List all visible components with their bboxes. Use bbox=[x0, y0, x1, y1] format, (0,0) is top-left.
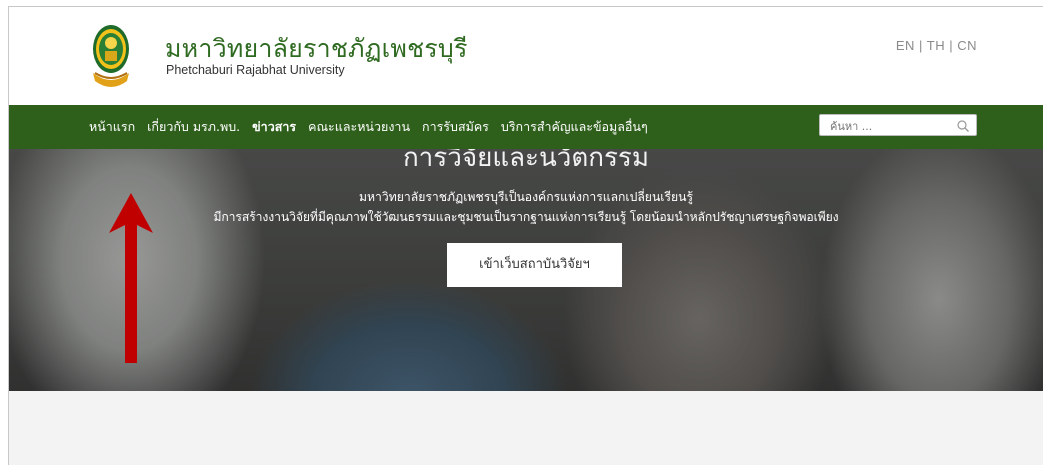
nav-item-home[interactable]: หน้าแรก bbox=[89, 117, 135, 137]
nav-items: หน้าแรก เกี่ยวกับ มรภ.พบ. ข่าวสาร คณะและ… bbox=[89, 105, 660, 149]
nav-item-about[interactable]: เกี่ยวกับ มรภ.พบ. bbox=[147, 117, 240, 137]
lang-th[interactable]: TH bbox=[927, 38, 945, 53]
search-icon[interactable] bbox=[956, 118, 970, 132]
site-header: มหาวิทยาลัยราชภัฏเพชรบุรี Phetchaburi Ra… bbox=[9, 7, 1043, 105]
site-subtitle: Phetchaburi Rajabhat University bbox=[166, 63, 345, 77]
hero-line-1: มหาวิทยาลัยราชภัฏเพชรบุรีเป็นองค์กรแห่งก… bbox=[358, 190, 694, 204]
hero-banner: การวิจัยและนวัตกรรม มหาวิทยาลัยราชภัฏเพช… bbox=[9, 149, 1043, 391]
nav-item-faculties[interactable]: คณะและหน่วยงาน bbox=[308, 117, 410, 137]
language-switcher: EN | TH | CN bbox=[896, 38, 977, 53]
lang-separator: | bbox=[914, 38, 927, 53]
hero-heading: การวิจัยและนวัตกรรม bbox=[402, 149, 650, 173]
lang-en[interactable]: EN bbox=[896, 38, 915, 53]
university-seal-icon[interactable] bbox=[89, 21, 133, 93]
lang-cn[interactable]: CN bbox=[957, 38, 977, 53]
nav-item-admission[interactable]: การรับสมัคร bbox=[422, 117, 489, 137]
nav-item-services[interactable]: บริการสำคัญและข้อมูลอื่นๆ bbox=[501, 117, 648, 137]
main-nav: หน้าแรก เกี่ยวกับ มรภ.พบ. ข่าวสาร คณะและ… bbox=[9, 105, 1043, 149]
lang-separator: | bbox=[945, 38, 958, 53]
nav-item-news[interactable]: ข่าวสาร bbox=[252, 117, 296, 137]
up-arrow-icon bbox=[109, 193, 153, 363]
hero-description: มหาวิทยาลัยราชภัฏเพชรบุรีเป็นองค์กรแห่งก… bbox=[9, 187, 1043, 227]
research-institute-button[interactable]: เข้าเว็บสถาบันวิจัยฯ bbox=[447, 243, 622, 287]
browser-viewport: มหาวิทยาลัยราชภัฏเพชรบุรี Phetchaburi Ra… bbox=[8, 6, 1043, 465]
hero-line-2: มีการสร้างงานวิจัยที่มีคุณภาพใช้วัฒนธรรม… bbox=[213, 210, 839, 224]
search-box bbox=[819, 114, 977, 137]
content-area bbox=[9, 391, 1043, 465]
search-input[interactable] bbox=[820, 116, 950, 137]
